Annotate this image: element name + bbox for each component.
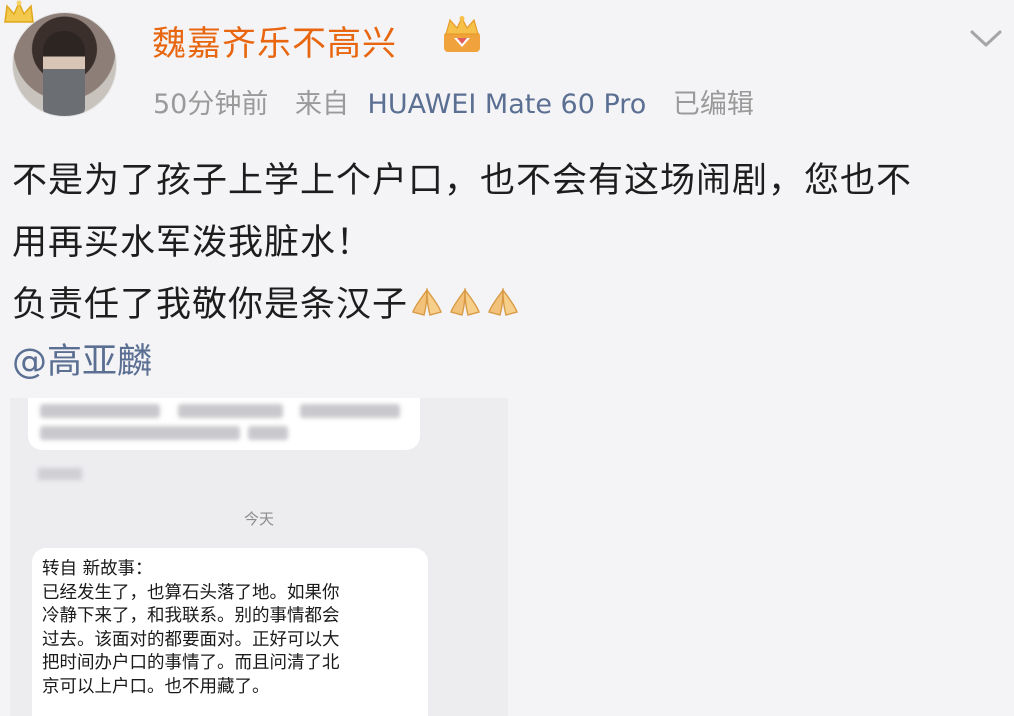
mention-link[interactable]: @高亚麟 — [12, 333, 152, 384]
blurred-timestamp — [38, 468, 82, 480]
chat-message-line: 过去。该面对的都要面对。正好可以大 — [42, 629, 340, 650]
blurred-text — [40, 404, 160, 418]
device-link[interactable]: HUAWEI Mate 60 Pro — [368, 89, 647, 120]
chat-message-line: 把时间办户口的事情了。而且问清了北 — [42, 653, 340, 673]
crown-badge-icon — [4, 0, 34, 23]
chat-message: 转自 新故事： 已经发生了，也算石头落了地。如果你 冷静下来了，和我联系。别的事… — [42, 558, 422, 699]
post-header: 魏嘉齐乐不高兴 50分钟前 来自 HUAWEI Mate 60 Pro 已编辑 — [0, 0, 1014, 130]
blurred-text — [40, 426, 240, 440]
post-text: 不是为了孩子上学上个户口，也不会有这场闹剧，您也不 用再买水军泼我脏水！ 负责任… — [12, 150, 1002, 336]
chat-bubble: 转自 新故事： 已经发生了，也算石头落了地。如果你 冷静下来了，和我联系。别的事… — [32, 548, 428, 716]
post-text-line-content: 负责任了我敬你是条汉子 — [12, 285, 409, 325]
blurred-text — [248, 426, 288, 440]
pray-emoji-icon — [412, 288, 442, 316]
vip-crown-icon[interactable] — [440, 16, 484, 56]
post-text-line: 不是为了孩子上学上个户口，也不会有这场闹剧，您也不 — [12, 161, 913, 201]
chat-message-line: 转自 新故事： — [42, 559, 153, 579]
chat-message-line: 冷静下来了，和我联系。别的事情都会 — [42, 606, 340, 626]
pray-emoji-icon — [450, 288, 480, 316]
source-label: 来自 — [294, 89, 349, 120]
chat-message-line: 已经发生了，也算石头落了地。如果你 — [42, 582, 340, 603]
avatar[interactable] — [12, 12, 117, 117]
date-divider: 今天 — [243, 510, 274, 528]
chevron-down-icon[interactable] — [968, 26, 1004, 50]
chat-bubble-blurred — [28, 398, 420, 450]
username[interactable]: 魏嘉齐乐不高兴 — [152, 16, 397, 65]
post-meta: 50分钟前 来自 HUAWEI Mate 60 Pro 已编辑 — [153, 82, 754, 121]
post-time: 50分钟前 — [153, 89, 269, 120]
avatar-photo — [43, 31, 85, 116]
edited-label: 已编辑 — [672, 89, 754, 120]
attached-chat-screenshot[interactable]: 今天 转自 新故事： 已经发生了，也算石头落了地。如果你 冷静下来了，和我联系。… — [10, 398, 508, 716]
blurred-text — [178, 404, 283, 418]
pray-emoji-icon — [488, 288, 518, 316]
chat-message-line: 京可以上户口。也不用藏了。 — [42, 676, 270, 697]
post-text-line: 负责任了我敬你是条汉子 — [12, 274, 1002, 336]
blurred-text — [300, 404, 400, 418]
post-text-line: 用再买水军泼我脏水！ — [12, 223, 373, 263]
